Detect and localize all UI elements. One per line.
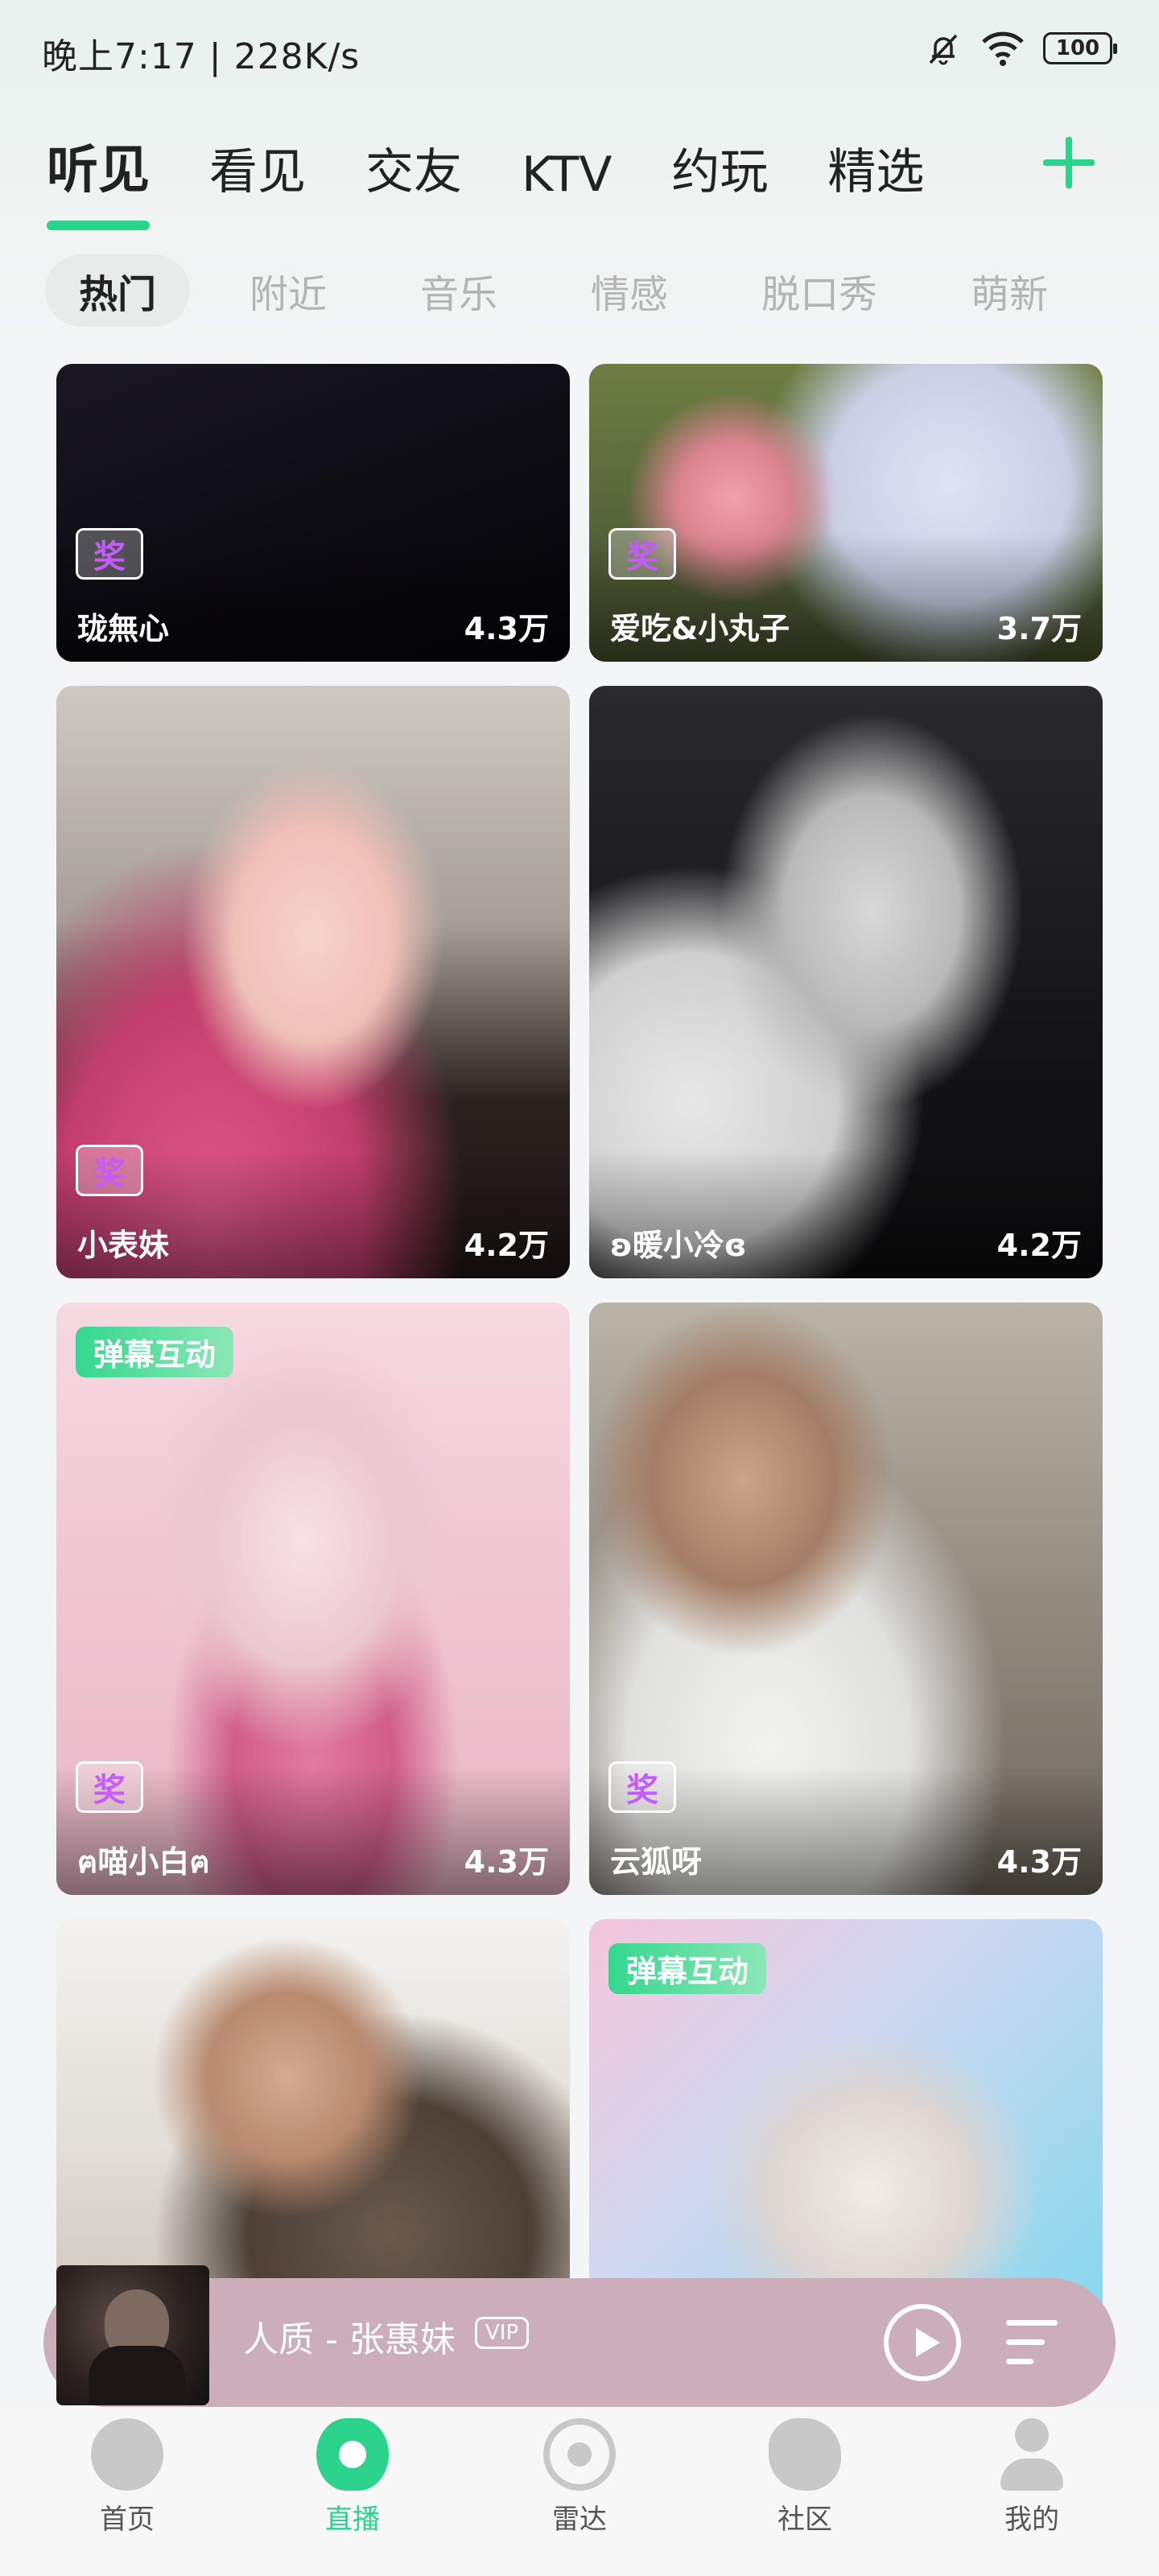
tab-play[interactable]: 约玩 xyxy=(671,133,768,203)
view-count: 4.2万 xyxy=(996,1228,1082,1263)
nav-community[interactable]: 社区 xyxy=(749,2418,861,2537)
view-count: 3.7万 xyxy=(996,611,1082,646)
tab-friends[interactable]: 交友 xyxy=(365,133,462,203)
tab-featured[interactable]: 精选 xyxy=(827,133,924,203)
view-count: 4.3万 xyxy=(996,1844,1082,1880)
album-cover[interactable] xyxy=(56,2265,209,2405)
community-icon xyxy=(769,2418,841,2491)
subtab-talkshow[interactable]: 脱口秀 xyxy=(728,254,911,327)
award-icon: 奖 xyxy=(76,528,143,580)
award-icon: 奖 xyxy=(608,528,676,580)
playlist-icon[interactable] xyxy=(1006,2315,1062,2372)
live-room-card[interactable]: 弹幕互动 奖 ฅ喵小白ฅ 4.3万 xyxy=(56,1302,570,1895)
room-name: ฅ喵小白ฅ xyxy=(77,1844,210,1880)
live-room-card[interactable]: 奖 云狐呀 4.3万 xyxy=(589,1302,1103,1895)
room-name: 爱吃&小丸子 xyxy=(610,611,790,646)
nav-live[interactable]: 直播 xyxy=(296,2418,409,2537)
danmaku-tag: 弹幕互动 xyxy=(76,1327,234,1377)
sub-tabs: 热门 附近 音乐 情感 脱口秀 萌新 xyxy=(45,254,1082,327)
nav-profile[interactable]: 我的 xyxy=(975,2418,1088,2537)
song-title: 人质 - 张惠妹 xyxy=(243,2319,456,2360)
status-time: 晚上7:17 | 228K/s xyxy=(42,36,361,77)
live-room-grid: 奖 珑無心 4.3万 奖 爱吃&小丸子 3.7万 奖 小表妹 4.2万 ʚ暖小冷… xyxy=(56,364,1103,2336)
live-room-card[interactable]: 奖 珑無心 4.3万 xyxy=(56,364,570,662)
view-count: 4.3万 xyxy=(464,611,549,646)
profile-icon xyxy=(996,2418,1068,2491)
live-room-card[interactable]: 弹幕互动 xyxy=(589,1919,1103,2336)
danmaku-tag: 弹幕互动 xyxy=(608,1943,767,1994)
tab-ktv[interactable]: KTV xyxy=(522,147,612,203)
room-name: 小表妹 xyxy=(77,1228,170,1263)
subtab-music[interactable]: 音乐 xyxy=(386,254,531,327)
wifi-icon xyxy=(982,31,1024,66)
subtab-hot[interactable]: 热门 xyxy=(45,254,191,327)
battery-icon: 100 xyxy=(1043,32,1117,64)
subtab-newbie[interactable]: 萌新 xyxy=(937,254,1082,327)
nav-home[interactable]: 首页 xyxy=(71,2418,184,2537)
view-count: 4.2万 xyxy=(464,1228,549,1263)
award-icon: 奖 xyxy=(76,1761,143,1813)
play-icon[interactable] xyxy=(884,2304,961,2381)
tab-watch[interactable]: 看见 xyxy=(209,133,306,203)
vip-badge: VIP xyxy=(475,2317,530,2349)
status-icons: 100 xyxy=(924,29,1117,68)
subtab-emotion[interactable]: 情感 xyxy=(557,254,702,327)
live-room-card[interactable]: 奖 爱吃&小丸子 3.7万 xyxy=(589,364,1103,662)
room-name: ʚ暖小冷ɞ xyxy=(610,1228,747,1263)
live-room-card[interactable]: 奖 小表妹 4.2万 xyxy=(56,686,570,1278)
radar-icon xyxy=(543,2418,616,2491)
bottom-nav: 首页 直播 雷达 社区 我的 xyxy=(0,2407,1159,2576)
eye-icon xyxy=(316,2418,389,2491)
award-icon: 奖 xyxy=(76,1145,143,1196)
nav-radar[interactable]: 雷达 xyxy=(523,2418,636,2537)
live-room-card[interactable]: ʚ暖小冷ɞ 4.2万 xyxy=(589,686,1103,1278)
top-tabs: 听见 看见 交友 KTV 约玩 精选 xyxy=(47,129,984,230)
view-count: 4.3万 xyxy=(464,1844,549,1880)
add-tab-icon[interactable] xyxy=(1040,134,1098,192)
mute-bell-icon xyxy=(929,34,958,65)
tab-listen[interactable]: 听见 xyxy=(47,129,150,230)
music-note-icon xyxy=(91,2418,163,2491)
room-name: 珑無心 xyxy=(77,611,170,646)
room-name: 云狐呀 xyxy=(610,1844,703,1880)
subtab-nearby[interactable]: 附近 xyxy=(216,254,361,327)
award-icon: 奖 xyxy=(608,1761,676,1813)
